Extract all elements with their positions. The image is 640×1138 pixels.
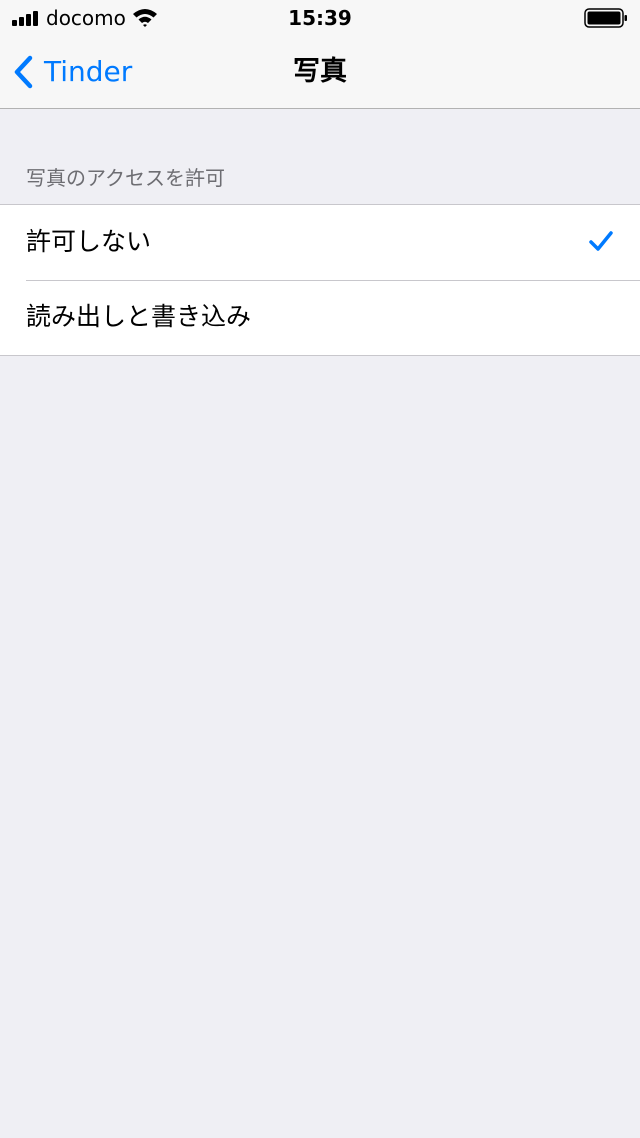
checkmark-icon [589,231,613,251]
navigation-bar: Tinder 写真 [0,40,640,109]
status-bar: docomo 15:39 [0,0,640,40]
status-time: 15:39 [288,6,352,30]
battery-icon [584,8,627,28]
option-label: 許可しない [26,227,152,256]
option-label: 読み出しと書き込み [26,302,252,331]
option-read-write[interactable]: 読み出しと書き込み [0,280,640,355]
option-never[interactable]: 許可しない [0,205,640,280]
page-title: 写真 [293,56,347,87]
section-header: 写真のアクセスを許可 [26,166,225,190]
photo-access-options: 許可しない 読み出しと書き込み [0,204,640,356]
